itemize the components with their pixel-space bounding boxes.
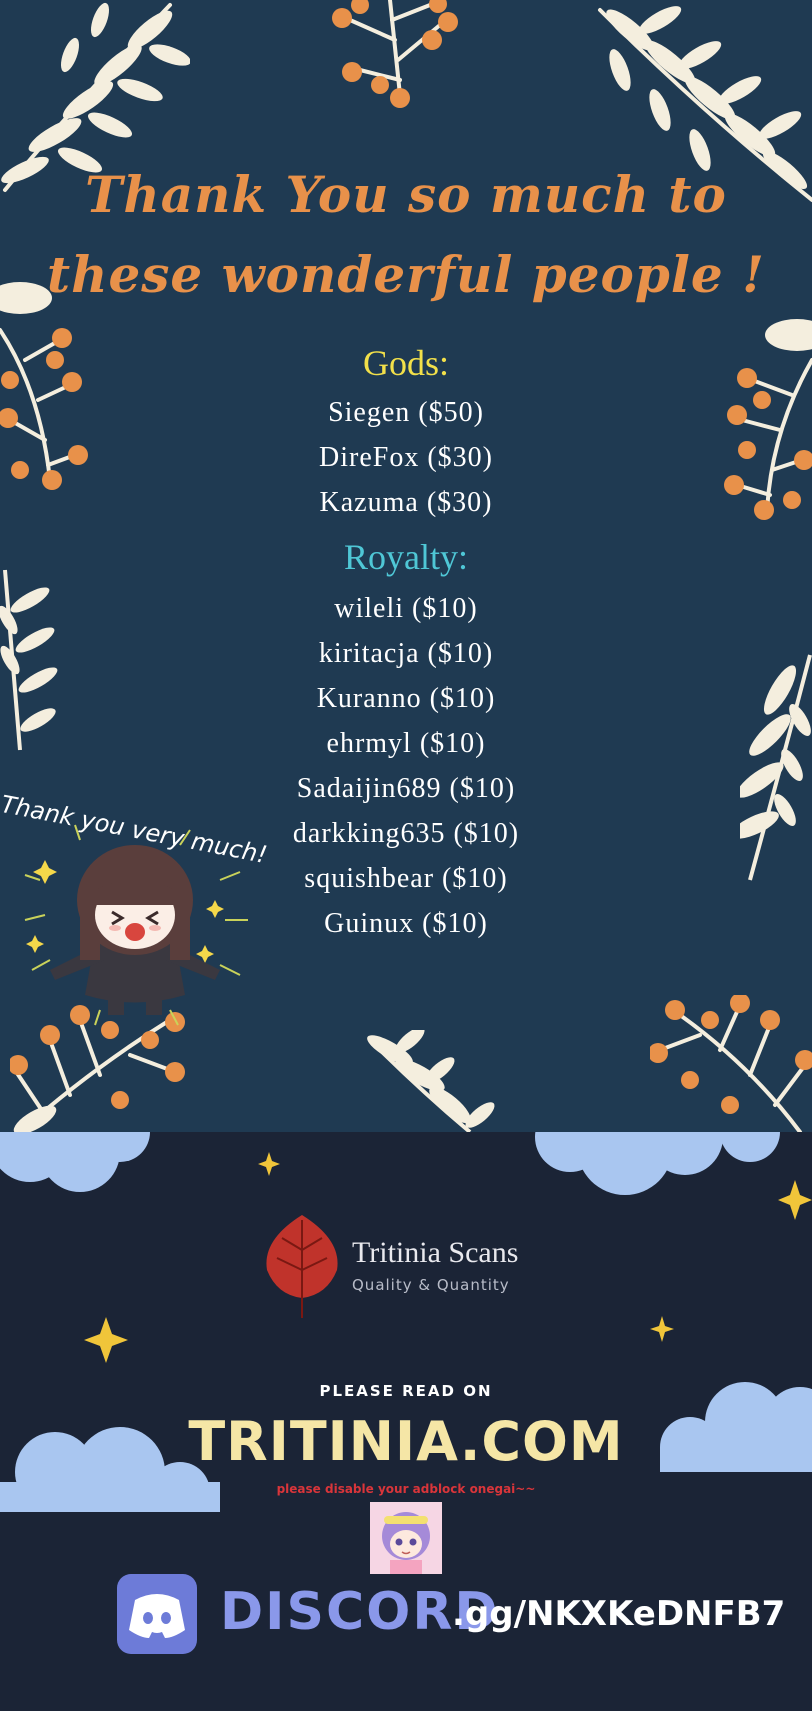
brand-name: Tritinia Scans <box>352 1236 519 1269</box>
promo-panel: Tritinia Scans Quality & Quantity PLEASE… <box>0 1132 812 1711</box>
supporter-name: Siegen ($50) <box>328 397 484 428</box>
berry-branch-icon <box>332 0 458 108</box>
avatar <box>370 1502 442 1574</box>
gods-title: Gods: <box>362 343 449 383</box>
chibi-girl-illustration <box>24 824 248 1026</box>
supporter-name: wileli ($10) <box>334 593 478 624</box>
supporter-name: DireFox ($30) <box>319 442 493 473</box>
star-icon <box>778 1180 812 1220</box>
star-icon <box>258 1152 280 1176</box>
supporter-name: kiritacja ($10) <box>318 638 494 669</box>
royalty-title: Royalty: <box>344 537 468 577</box>
star-icon <box>84 1317 128 1363</box>
supporter-name: ehrmyl ($10) <box>326 728 486 759</box>
gods-list: Siegen ($50) DireFox ($30) Kazuma ($30) <box>0 390 812 525</box>
brand-tagline: Quality & Quantity <box>352 1276 510 1294</box>
star-icon <box>650 1316 674 1342</box>
berry-branch-icon <box>650 995 812 1132</box>
headline-line-2: these wonderful people ! <box>47 245 765 304</box>
supporter-name: Kuranno ($10) <box>316 683 496 714</box>
credits-page: Thank You so much to these wonderful peo… <box>0 0 812 1711</box>
site-link[interactable]: TRITINIA.COM <box>0 1410 812 1473</box>
adblock-note: please disable your adblock onegai~~ <box>276 1482 536 1496</box>
tritinia-leaf-icon <box>266 1215 338 1318</box>
supporter-name: Kazuma ($30) <box>319 487 493 518</box>
cloud-icon <box>535 1132 780 1195</box>
leaf-branch-icon <box>367 1030 495 1132</box>
headline-line-1: Thank You so much to <box>85 165 727 224</box>
thank-you-panel: Thank You so much to these wonderful peo… <box>0 0 812 1132</box>
cloud-icon <box>0 1132 150 1192</box>
read-on-label: PLEASE READ ON <box>319 1382 493 1400</box>
discord-icon[interactable] <box>117 1574 197 1654</box>
supporter-name: Sadaijin689 ($10) <box>296 773 516 804</box>
discord-invite-link[interactable]: .gg/NKXKeDNFB7 <box>452 1594 785 1634</box>
